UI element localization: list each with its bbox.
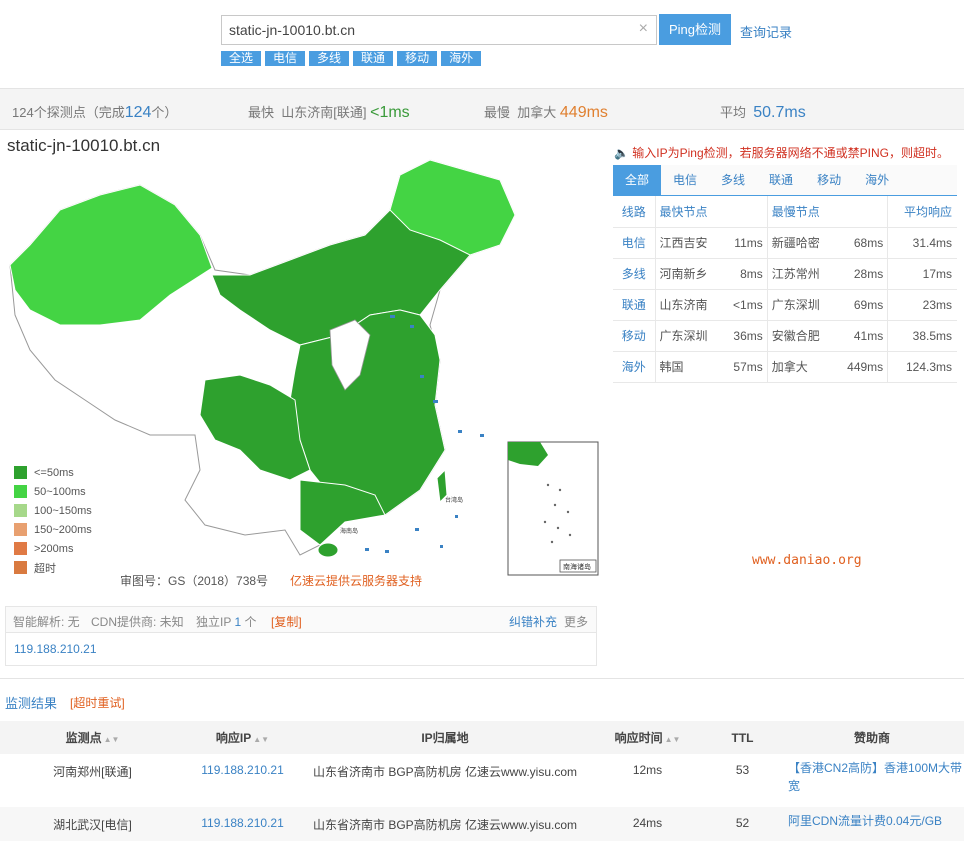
cdn-info: CDN提供商: 未知: [91, 615, 184, 629]
tab-all[interactable]: 全部: [613, 165, 662, 196]
summary-row: 多线 河南新乡 8ms 江苏常州 28ms 17ms: [613, 258, 957, 290]
map-legend: <=50ms 50~100ms 100~150ms 150~200ms >200…: [14, 463, 92, 577]
isp-tag-telecom[interactable]: 电信: [265, 51, 306, 66]
col-sponsor: 赞助商: [780, 721, 964, 754]
table-row: 河南郑州[联通] 119.188.210.21 山东省济南市 BGP高防机房 亿…: [0, 754, 964, 807]
summary-row: 电信 江西吉安 11ms 新疆哈密 68ms 31.4ms: [613, 227, 957, 259]
sort-icon: ▲▼: [664, 735, 681, 744]
results-table: 监测点 ▲▼ 响应IP ▲▼ IP归属地 响应时间 ▲▼ TTL 赞助商 河南郑州[联…: [0, 721, 964, 841]
tab-unicom[interactable]: 联通: [757, 165, 805, 196]
isp-tabs: 全部 电信 多线 联通 移动 海外: [613, 165, 957, 196]
tab-telecom[interactable]: 电信: [661, 165, 709, 196]
probe-count: 124个探测点（完成124个）: [12, 104, 178, 121]
legend-item: 150~200ms: [14, 520, 92, 539]
fastest-stat: 最快 山东济南[联通] <1ms: [248, 104, 410, 121]
legend-item: <=50ms: [14, 463, 92, 482]
legend-swatch: [14, 504, 27, 517]
speaker-icon: 🔈: [614, 146, 629, 160]
summary-row: 联通 山东济南 <1ms 广东深圳 69ms 23ms: [613, 289, 957, 321]
watermark: www.daniao.org: [752, 553, 862, 568]
slowest-stat: 最慢 加拿大 449ms: [484, 104, 608, 121]
summary-row: 移动 广东深圳 36ms 安徽合肥 41ms 38.5ms: [613, 320, 957, 352]
table-row: 湖北武汉[电信] 119.188.210.21 山东省济南市 BGP高防机房 亿…: [0, 807, 964, 841]
ping-button[interactable]: Ping检测: [659, 14, 731, 45]
isp-tag-all[interactable]: 全选: [221, 51, 262, 66]
more-link[interactable]: 更多: [564, 613, 588, 630]
inset-label: 南海诸岛: [563, 562, 591, 571]
retry-timeout-link[interactable]: [超时重试]: [70, 694, 125, 711]
legend-item: 100~150ms: [14, 501, 92, 520]
ping-notice: 🔈 输入IP为Ping检测，若服务器网络不通或禁PING，则超时。: [614, 146, 949, 160]
ip-count: 独立IP 1 个: [196, 615, 257, 629]
copy-link[interactable]: [复制]: [271, 613, 302, 630]
average-stat: 平均 50.7ms: [720, 104, 806, 121]
tab-overseas[interactable]: 海外: [853, 165, 901, 196]
legend-item: 50~100ms: [14, 482, 92, 501]
tab-mobile[interactable]: 移动: [805, 165, 853, 196]
dns-info: 智能解析: 无: [13, 615, 80, 629]
map-review-number: 审图号：GS（2018）738号: [120, 574, 269, 588]
col-node[interactable]: 监测点 ▲▼: [0, 721, 185, 754]
legend-swatch: [14, 466, 27, 479]
sponsor-link[interactable]: 【香港CN2高防】香港100M大带宽: [780, 754, 964, 807]
legend-swatch: [14, 485, 27, 498]
resolved-ip[interactable]: 119.188.210.21: [14, 642, 97, 656]
history-link[interactable]: 查询记录: [740, 22, 792, 41]
sort-icon: ▲▼: [253, 735, 270, 744]
isp-tag-overseas[interactable]: 海外: [441, 51, 482, 66]
resolution-info: 智能解析: 无 CDN提供商: 未知 独立IP 1 个 [复制] 纠错补充 更多…: [5, 606, 597, 666]
taiwan-label: 台湾岛: [445, 496, 463, 504]
legend-swatch: [14, 561, 27, 574]
col-time[interactable]: 响应时间 ▲▼: [590, 721, 705, 754]
map-sponsor-link[interactable]: 亿速云提供云服务器支持: [290, 572, 422, 589]
isp-tag-multiline[interactable]: 多线: [309, 51, 350, 66]
col-ip[interactable]: 响应IP ▲▼: [185, 721, 300, 754]
hainan-label: 海南岛: [340, 527, 358, 535]
isp-filter-tags: 全选 电信 多线 联通 移动 海外: [221, 51, 482, 66]
tab-multiline[interactable]: 多线: [709, 165, 757, 196]
summary-row: 海外 韩国 57ms 加拿大 449ms 124.3ms: [613, 351, 957, 383]
stats-bar: 124个探测点（完成124个） 最快 山东济南[联通] <1ms 最慢 加拿大 …: [0, 88, 964, 130]
summary-header: 线路 最快节点 最慢节点 平均响应: [613, 196, 957, 228]
clear-icon[interactable]: ×: [639, 20, 648, 38]
results-title: 监测结果: [5, 696, 58, 711]
host-input[interactable]: [222, 16, 622, 44]
legend-swatch: [14, 542, 27, 555]
report-link[interactable]: 纠错补充: [509, 613, 557, 630]
legend-swatch: [14, 523, 27, 536]
results-header: 监测点 ▲▼ 响应IP ▲▼ IP归属地 响应时间 ▲▼ TTL 赞助商: [0, 721, 964, 754]
info-header: 智能解析: 无 CDN提供商: 未知 独立IP 1 个 [复制] 纠错补充 更多: [6, 607, 596, 633]
col-location: IP归属地: [300, 721, 590, 754]
legend-item: 超时: [14, 558, 92, 577]
isp-tag-mobile[interactable]: 移动: [397, 51, 438, 66]
summary-table: 线路 最快节点 最慢节点 平均响应 电信 江西吉安 11ms 新疆哈密 68ms…: [613, 196, 957, 383]
sponsor-link[interactable]: 阿里CDN流量计费0.04元/GB: [780, 807, 964, 841]
col-ttl: TTL: [705, 721, 780, 754]
search-area: × Ping检测 查询记录 全选 电信 多线 联通 移动 海外: [0, 0, 964, 88]
hainan-island[interactable]: [317, 542, 339, 558]
sort-icon: ▲▼: [103, 735, 120, 744]
search-box: ×: [221, 15, 657, 45]
divider: [0, 678, 964, 679]
isp-tag-unicom[interactable]: 联通: [353, 51, 394, 66]
legend-item: >200ms: [14, 539, 92, 558]
